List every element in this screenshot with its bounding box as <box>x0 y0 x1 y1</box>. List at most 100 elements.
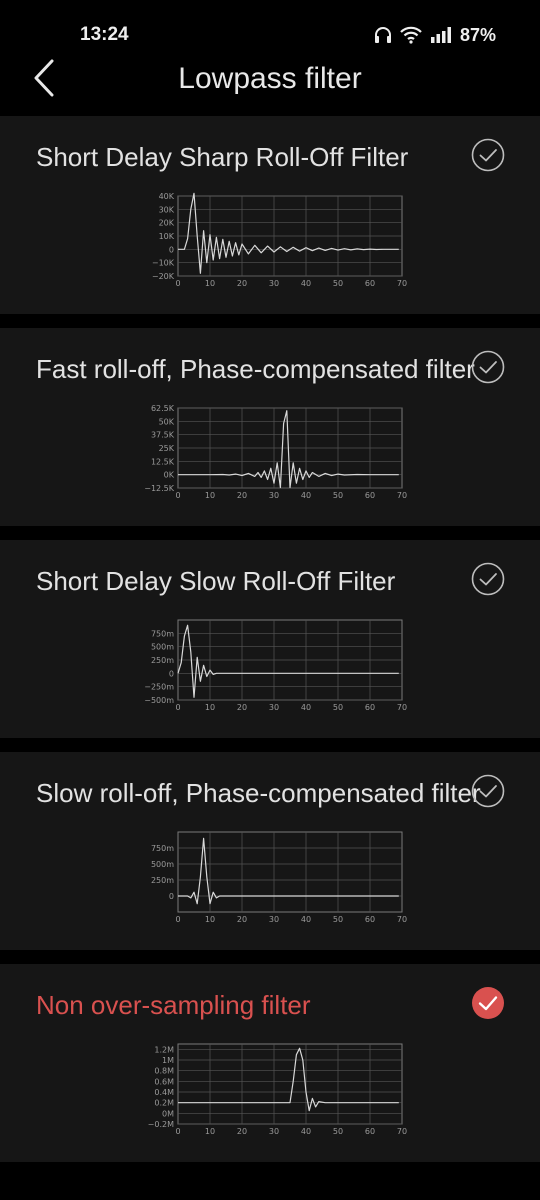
x-tick-label: 0 <box>175 491 180 500</box>
x-tick-label: 50 <box>333 703 343 712</box>
y-tick-label: −250m <box>144 683 174 692</box>
y-tick-label: −20K <box>152 272 175 281</box>
y-tick-label: 50K <box>159 417 175 426</box>
x-tick-label: 70 <box>397 703 407 712</box>
impulse-response-line <box>178 1047 399 1112</box>
filter-option[interactable]: Slow roll-off, Phase-compensated filter 0… <box>0 752 540 950</box>
battery-percentage: 87% <box>459 24 496 45</box>
y-tick-label: 1.2M <box>154 1045 174 1054</box>
y-tick-label: 0.2M <box>154 1099 174 1108</box>
filter-option[interactable]: Short Delay Slow Roll-Off Filter 0 10 20 30 4… <box>0 540 540 738</box>
x-tick-label: 10 <box>205 491 215 500</box>
impulse-response-line <box>178 192 399 274</box>
check-circle-icon[interactable] <box>471 774 505 808</box>
chart-frame <box>177 1043 403 1125</box>
x-tick-label: 60 <box>365 279 375 288</box>
y-tick-label: 750m <box>151 844 174 853</box>
y-tick-label: 37.5K <box>151 431 175 440</box>
y-tick-label: 0 <box>169 245 174 254</box>
x-tick-label: 60 <box>365 491 375 500</box>
x-tick-label: 0 <box>175 915 180 924</box>
y-tick-label: 0 <box>169 669 174 678</box>
filter-option-label: Slow roll-off, Phase-compensated filter <box>36 778 481 808</box>
x-tick-label: 30 <box>269 915 279 924</box>
y-tick-label: −0.2M <box>148 1120 174 1129</box>
y-tick-label: 10K <box>159 232 175 241</box>
x-tick-label: 20 <box>237 915 247 924</box>
x-tick-label: 30 <box>269 703 279 712</box>
y-tick-label: 250m <box>151 656 174 665</box>
x-tick-label: 50 <box>333 1127 343 1136</box>
filter-option[interactable]: Non over-sampling filter 0 10 20 30 40 50 60 70 1… <box>0 964 540 1162</box>
x-tick-label: 50 <box>333 915 343 924</box>
x-tick-label: 10 <box>205 703 215 712</box>
y-tick-label: 0K <box>164 471 175 480</box>
y-tick-label: 30K <box>159 205 175 214</box>
x-tick-label: 30 <box>269 1127 279 1136</box>
x-tick-label: 60 <box>365 915 375 924</box>
app-bar: Lowpass filter <box>0 58 540 116</box>
y-tick-label: 0.8M <box>154 1067 174 1076</box>
x-tick-label: 10 <box>205 279 215 288</box>
x-tick-label: 20 <box>237 491 247 500</box>
y-tick-label: 250m <box>151 876 174 885</box>
filter-option-label: Short Delay Sharp Roll-Off Filter <box>36 142 409 172</box>
y-tick-label: 0.4M <box>154 1088 174 1097</box>
y-tick-label: 0.6M <box>154 1077 174 1086</box>
x-tick-label: 60 <box>365 1127 375 1136</box>
x-tick-label: 50 <box>333 279 343 288</box>
impulse-response-line <box>178 410 399 489</box>
y-tick-label: −10K <box>152 259 175 268</box>
filter-option-label: Fast roll-off, Phase-compensated filter <box>36 354 475 384</box>
check-circle-icon[interactable] <box>471 138 505 172</box>
y-tick-label: 20K <box>159 219 175 228</box>
y-tick-label: 25K <box>159 444 175 453</box>
x-tick-label: 30 <box>269 491 279 500</box>
x-tick-label: 70 <box>397 915 407 924</box>
x-tick-label: 0 <box>175 703 180 712</box>
wifi-icon <box>400 26 422 44</box>
x-tick-label: 40 <box>301 703 311 712</box>
y-tick-label: 12.5K <box>151 457 175 466</box>
impulse-response-chart: 0 10 20 30 40 50 60 70 40K 30K 20K 10K 0 −10K −20K <box>152 192 407 288</box>
y-tick-label: −500m <box>144 696 174 705</box>
y-tick-label: 0M <box>162 1109 174 1118</box>
x-tick-label: 60 <box>365 703 375 712</box>
y-tick-label: 40K <box>159 192 175 201</box>
headphones-icon <box>374 27 391 43</box>
filter-option-label: Short Delay Slow Roll-Off Filter <box>36 566 396 596</box>
check-circle-icon[interactable] <box>471 350 505 384</box>
x-tick-label: 10 <box>205 915 215 924</box>
x-tick-label: 10 <box>205 1127 215 1136</box>
status-icons: 87% <box>374 22 496 48</box>
impulse-response-chart: 0 10 20 30 40 50 60 70 62.5K 50K 37.5K 25K 12.5K 0K −1… <box>144 404 407 500</box>
status-bar: 13:24 87% <box>0 0 540 58</box>
y-tick-label: 750m <box>151 629 174 638</box>
check-circle-icon[interactable] <box>471 986 505 1020</box>
y-tick-label: 1M <box>162 1056 174 1065</box>
x-tick-label: 0 <box>175 279 180 288</box>
x-tick-label: 20 <box>237 703 247 712</box>
x-tick-label: 40 <box>301 491 311 500</box>
y-tick-label: −12.5K <box>144 484 175 493</box>
page-title: Lowpass filter <box>178 62 362 95</box>
filter-option[interactable]: Short Delay Sharp Roll-Off Filter 0 10 20 30… <box>0 116 540 314</box>
x-tick-label: 70 <box>397 279 407 288</box>
x-tick-label: 20 <box>237 1127 247 1136</box>
filter-option[interactable]: Fast roll-off, Phase-compensated filter 0… <box>0 328 540 526</box>
x-tick-label: 40 <box>301 279 311 288</box>
x-tick-label: 70 <box>397 491 407 500</box>
x-tick-label: 50 <box>333 491 343 500</box>
check-circle-icon[interactable] <box>471 562 505 596</box>
impulse-response-chart: 0 10 20 30 40 50 60 70 750m 500m 250m 0 <box>151 831 407 924</box>
y-tick-label: 0 <box>169 892 174 901</box>
status-time: 13:24 <box>80 24 129 45</box>
x-tick-label: 40 <box>301 915 311 924</box>
x-tick-label: 40 <box>301 1127 311 1136</box>
impulse-response-chart: 0 10 20 30 40 50 60 70 750m 500m 250m 0 −250m −500m <box>144 619 407 712</box>
x-tick-label: 30 <box>269 279 279 288</box>
filter-option-label: Non over-sampling filter <box>36 990 311 1020</box>
y-tick-label: 500m <box>151 860 174 869</box>
y-tick-label: 500m <box>151 643 174 652</box>
y-tick-label: 62.5K <box>151 404 175 413</box>
